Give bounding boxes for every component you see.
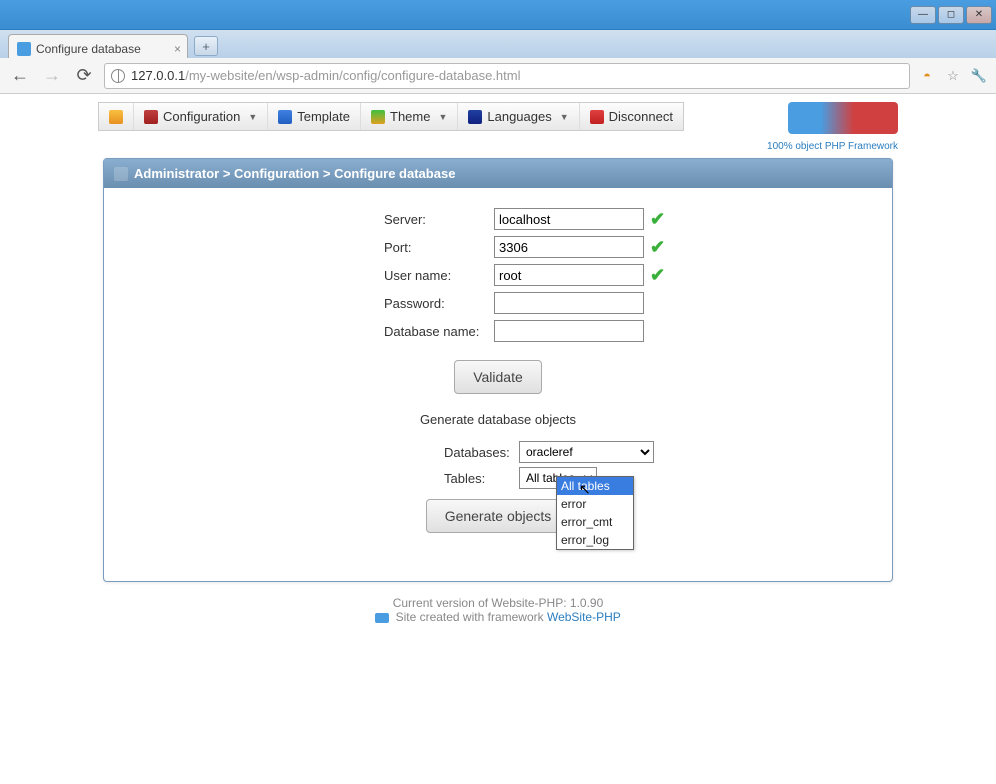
password-label: Password: (384, 296, 494, 311)
reload-button[interactable]: ⟳ (72, 64, 96, 88)
close-window-button[interactable]: ✕ (966, 6, 992, 24)
bookmark-icon[interactable]: ☆ (944, 67, 962, 85)
minimize-button[interactable]: — (910, 6, 936, 24)
shield-icon[interactable]: ◓ (918, 67, 936, 85)
close-tab-icon[interactable]: × (174, 42, 181, 56)
dbname-input[interactable] (494, 320, 644, 342)
footer: Current version of Website-PHP: 1.0.90 S… (0, 596, 996, 624)
generate-heading: Generate database objects (134, 412, 862, 427)
disconnect-icon (590, 110, 604, 124)
tables-dropdown: All tables error error_cmt error_log (556, 476, 634, 550)
breadcrumb: Administrator > Configuration > Configur… (134, 166, 455, 181)
dropdown-option-error-cmt[interactable]: error_cmt (557, 513, 633, 531)
logo-area: 100% object PHP Framework (767, 102, 898, 152)
validate-button[interactable]: Validate (454, 360, 542, 394)
check-icon: ✔ (650, 265, 665, 286)
server-label: Server: (384, 212, 494, 227)
favicon-icon (17, 42, 31, 56)
menu-label: Theme (390, 109, 430, 124)
menu-label: Disconnect (609, 109, 673, 124)
menu-label: Languages (487, 109, 551, 124)
dbname-label: Database name: (384, 324, 494, 339)
new-tab-button[interactable]: + (194, 36, 218, 56)
page-content: Configuration ▼ Template Theme ▼ Languag… (0, 94, 996, 624)
back-button[interactable]: ← (8, 64, 32, 88)
menu-label: Configuration (163, 109, 240, 124)
chevron-down-icon: ▼ (248, 112, 257, 122)
browser-tab[interactable]: Configure database × (8, 34, 188, 58)
footer-link[interactable]: WebSite-PHP (547, 610, 621, 624)
menu-theme[interactable]: Theme ▼ (361, 103, 458, 130)
chevron-down-icon: ▼ (438, 112, 447, 122)
server-input[interactable] (494, 208, 644, 230)
dropdown-option-error[interactable]: error (557, 495, 633, 513)
main-panel: Administrator > Configuration > Configur… (103, 158, 893, 582)
wrench-icon[interactable]: 🔧 (970, 67, 988, 85)
home-icon (109, 110, 123, 124)
port-input[interactable] (494, 236, 644, 258)
menu-home[interactable] (99, 103, 134, 130)
databases-select[interactable]: oracleref (519, 441, 654, 463)
menu-bar: Configuration ▼ Template Theme ▼ Languag… (98, 102, 898, 152)
tab-title: Configure database (36, 42, 141, 56)
menu-label: Template (297, 109, 350, 124)
chevron-down-icon: ▼ (560, 112, 569, 122)
panel-header: Administrator > Configuration > Configur… (104, 159, 892, 188)
menu-template[interactable]: Template (268, 103, 361, 130)
forward-button[interactable]: → (40, 64, 64, 88)
username-input[interactable] (494, 264, 644, 286)
username-label: User name: (384, 268, 494, 283)
config-icon (144, 110, 158, 124)
footer-icon (375, 613, 389, 623)
check-icon: ✔ (650, 237, 665, 258)
generate-button[interactable]: Generate objects (426, 499, 571, 533)
dropdown-option-all[interactable]: All tables (557, 477, 633, 495)
tab-strip: Configure database × + (0, 30, 996, 58)
menu-items: Configuration ▼ Template Theme ▼ Languag… (98, 102, 684, 131)
logo-tagline: 100% object PHP Framework (767, 141, 898, 152)
dropdown-option-error-log[interactable]: error_log (557, 531, 633, 549)
databases-label: Databases: (444, 445, 519, 460)
menu-languages[interactable]: Languages ▼ (458, 103, 579, 130)
maximize-button[interactable]: ◻ (938, 6, 964, 24)
browser-toolbar: ← → ⟳ 127.0.0.1/my-website/en/wsp-admin/… (0, 58, 996, 94)
globe-icon (111, 69, 125, 83)
window-titlebar: — ◻ ✕ (0, 0, 996, 30)
address-bar[interactable]: 127.0.0.1/my-website/en/wsp-admin/config… (104, 63, 910, 89)
template-icon (278, 110, 292, 124)
url-text: 127.0.0.1/my-website/en/wsp-admin/config… (131, 68, 521, 83)
database-icon (114, 167, 128, 181)
panel-body: Server: ✔ Port: ✔ User name: ✔ Password:… (104, 188, 892, 581)
logo-icon (788, 102, 898, 134)
flag-icon (468, 110, 482, 124)
footer-version: Current version of Website-PHP: 1.0.90 (0, 596, 996, 610)
menu-disconnect[interactable]: Disconnect (580, 103, 683, 130)
tables-label: Tables: (444, 471, 519, 486)
password-input[interactable] (494, 292, 644, 314)
theme-icon (371, 110, 385, 124)
footer-text: Site created with framework (396, 610, 547, 624)
check-icon: ✔ (650, 209, 665, 230)
port-label: Port: (384, 240, 494, 255)
menu-configuration[interactable]: Configuration ▼ (134, 103, 268, 130)
